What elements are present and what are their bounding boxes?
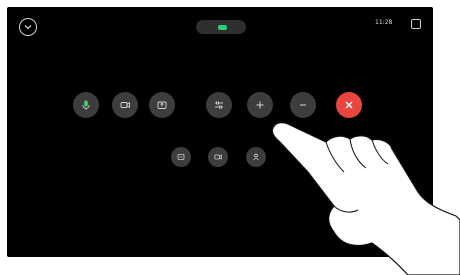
pointing-hand-illustration xyxy=(271,122,460,275)
share-screen-icon xyxy=(149,92,175,118)
microphone-icon xyxy=(73,92,99,118)
record-icon xyxy=(208,147,228,167)
keypad-button[interactable] xyxy=(168,147,194,169)
share-button[interactable] xyxy=(149,92,175,120)
keypad-icon xyxy=(171,147,191,167)
participants-button[interactable] xyxy=(243,147,269,169)
participants-icon xyxy=(246,147,266,167)
sliders-icon xyxy=(206,92,232,118)
record-button[interactable] xyxy=(205,147,231,169)
mic-button[interactable] xyxy=(73,92,99,120)
layout-button[interactable] xyxy=(206,92,232,120)
camera-icon xyxy=(112,92,138,118)
camera-button[interactable] xyxy=(112,92,138,120)
